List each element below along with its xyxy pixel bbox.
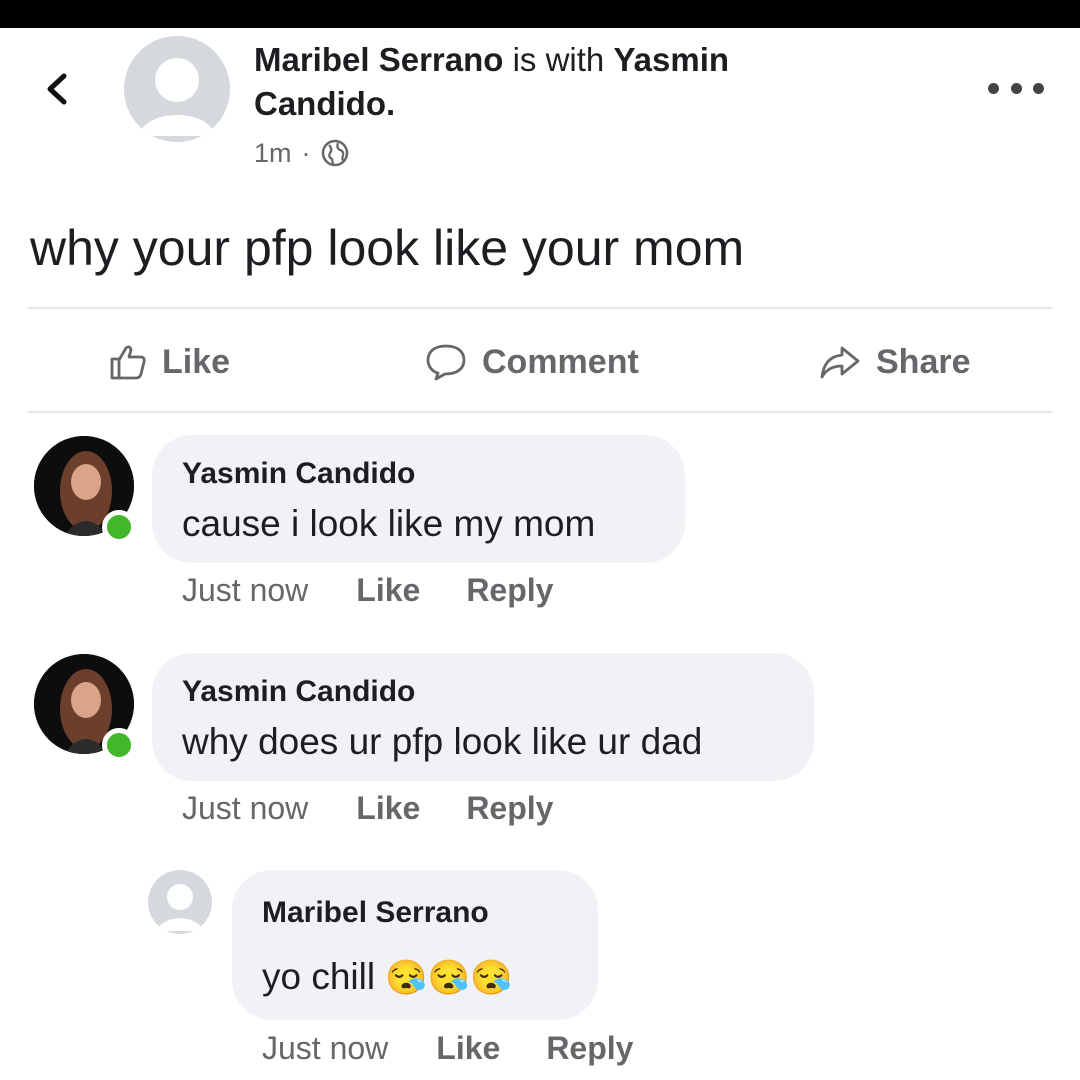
default-avatar-icon bbox=[124, 36, 230, 142]
like-label: Like bbox=[162, 342, 231, 381]
author-name[interactable]: Maribel Serrano bbox=[254, 41, 503, 78]
share-label: Share bbox=[876, 342, 971, 381]
comment-bubble: Yasmin Candido cause i look like my mom bbox=[152, 435, 685, 563]
author-avatar[interactable] bbox=[124, 36, 230, 142]
reply-text-row: yo chill 😪😪😪 bbox=[262, 956, 512, 998]
online-indicator bbox=[102, 510, 136, 544]
reply-avatar[interactable] bbox=[148, 870, 212, 934]
more-dot bbox=[1033, 82, 1044, 94]
comment-reply-button[interactable]: Reply bbox=[466, 790, 553, 827]
post-actions: Like Comment Share bbox=[28, 330, 1052, 394]
post-text: why your pfp look like your mom bbox=[30, 220, 745, 276]
status-bar bbox=[0, 0, 1080, 28]
more-dots-icon bbox=[988, 82, 999, 94]
share-arrow-icon bbox=[820, 346, 860, 379]
comment-like-button[interactable]: Like bbox=[356, 572, 420, 609]
more-dot bbox=[1010, 82, 1022, 94]
share-button[interactable]: Share bbox=[818, 330, 971, 394]
comment-author[interactable]: Yasmin Candido bbox=[182, 675, 415, 709]
divider-top bbox=[28, 307, 1052, 309]
default-avatar-icon bbox=[148, 870, 212, 934]
globe-icon bbox=[321, 139, 348, 167]
reply-meta: Just now Like Reply bbox=[262, 1030, 633, 1067]
reply-like-button[interactable]: Like bbox=[436, 1030, 500, 1067]
reply-author[interactable]: Maribel Serrano bbox=[262, 896, 489, 930]
reply-reply-button[interactable]: Reply bbox=[546, 1030, 633, 1067]
post-header: Maribel Serrano is with Yasmin Candido. bbox=[254, 38, 854, 126]
comment-like-button[interactable]: Like bbox=[356, 790, 420, 827]
online-indicator bbox=[102, 728, 136, 762]
sleepy-face-emoji: 😪😪😪 bbox=[385, 959, 513, 997]
comment-bubble: Yasmin Candido why does ur pfp look like… bbox=[152, 653, 814, 781]
meta-separator: · bbox=[301, 137, 311, 168]
speech-bubble-icon bbox=[426, 344, 466, 381]
comment-reply-button[interactable]: Reply bbox=[466, 572, 553, 609]
post-time[interactable]: 1m bbox=[254, 138, 292, 169]
comment-text: why does ur pfp look like ur dad bbox=[182, 721, 703, 762]
post-meta: 1m · bbox=[254, 136, 349, 170]
comment-text: cause i look like my mom bbox=[182, 503, 596, 544]
tagged-name-line2[interactable]: Candido. bbox=[254, 85, 395, 122]
back-button[interactable] bbox=[36, 64, 76, 114]
chevron-left-icon bbox=[47, 73, 67, 105]
reply-bubble: Maribel Serrano yo chill 😪😪😪 bbox=[232, 870, 598, 1020]
comment-author[interactable]: Yasmin Candido bbox=[182, 457, 415, 491]
more-options-button[interactable] bbox=[988, 76, 1044, 100]
comment-time[interactable]: Just now bbox=[182, 790, 308, 827]
divider-bottom bbox=[28, 411, 1052, 413]
comment-time[interactable]: Just now bbox=[182, 572, 308, 609]
tagged-name[interactable]: Yasmin bbox=[613, 41, 729, 78]
comment-meta: Just now Like Reply bbox=[182, 790, 553, 827]
comment-label: Comment bbox=[482, 342, 639, 381]
like-button[interactable]: Like bbox=[108, 330, 230, 394]
comment-button[interactable]: Comment bbox=[424, 330, 639, 394]
reply-text: yo chill bbox=[262, 956, 376, 997]
thumbs-up-icon bbox=[110, 345, 146, 380]
comment-meta: Just now Like Reply bbox=[182, 572, 553, 609]
with-text: is with bbox=[512, 41, 605, 78]
reply-time[interactable]: Just now bbox=[262, 1030, 388, 1067]
